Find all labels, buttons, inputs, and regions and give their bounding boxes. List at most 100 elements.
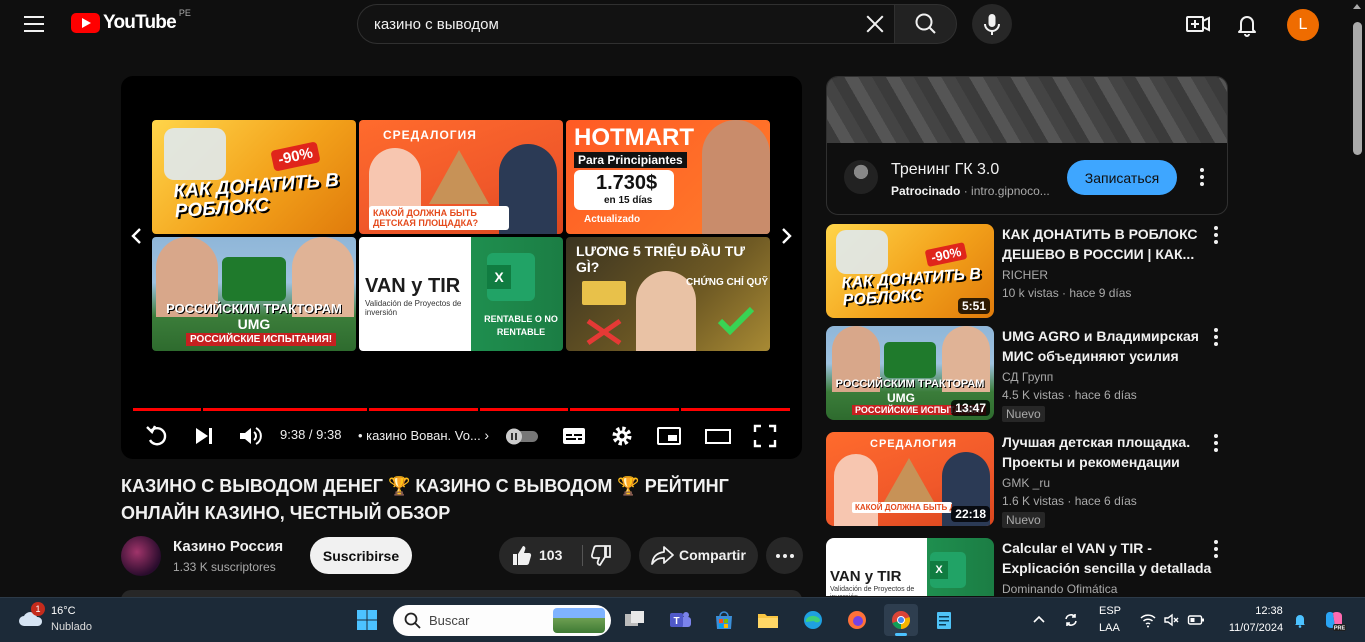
channel-name[interactable]: RICHER (1002, 268, 1048, 282)
file-explorer-app[interactable] (751, 604, 785, 636)
subscribe-button[interactable]: Suscribirse (310, 537, 412, 574)
share-button[interactable]: Compartir (639, 537, 758, 574)
video-stats: 10 k vistas · hace 9 días (1002, 286, 1132, 300)
clock-date[interactable]: 11/07/2024 (1221, 622, 1291, 634)
page-scrollbar[interactable] (1350, 0, 1365, 600)
scroll-up-arrow-icon[interactable] (1353, 4, 1361, 9)
create-button[interactable] (1183, 9, 1213, 39)
progress-bar[interactable] (133, 408, 790, 411)
endscreen-card[interactable]: LƯƠNG 5 TRIỆU ĐẦU TƯ GÌ? CHỨNG CHỈ QUỸ (566, 237, 770, 351)
chevron-right-icon: › (484, 427, 490, 443)
more-options-icon[interactable] (1208, 434, 1224, 456)
search-input[interactable] (358, 15, 838, 33)
theater-mode-button[interactable] (704, 422, 732, 450)
advertiser-logo[interactable] (844, 160, 878, 194)
subtitles-button[interactable] (560, 422, 588, 450)
chrome-app-active[interactable] (884, 604, 918, 636)
fullscreen-button[interactable] (751, 422, 779, 450)
weather-temperature[interactable]: 16°C (51, 605, 76, 617)
channel-name[interactable]: GMK _ru (1002, 476, 1050, 490)
firefox-app[interactable] (840, 604, 874, 636)
endscreen-card[interactable]: VAN y TIR Validación de Proyectos de inv… (359, 237, 563, 351)
more-options-icon[interactable] (1208, 226, 1224, 248)
sponsored-ad-card[interactable]: Тренинг ГК 3.0 Patrocinado · intro.gipno… (826, 76, 1228, 215)
input-language-bottom[interactable]: LAA (1099, 622, 1120, 634)
chapter-segment (203, 408, 367, 411)
copilot-icon[interactable]: PRE (1322, 608, 1346, 632)
youtube-logo[interactable]: YouTube PE (71, 8, 191, 34)
miniplayer-button[interactable] (655, 422, 683, 450)
channel-name[interactable]: Dominando Ofimática (1002, 582, 1117, 596)
video-thumbnail[interactable]: VAN y TIR Validación de Proyectos de inv… (826, 538, 994, 596)
like-button[interactable]: 103 (499, 537, 581, 574)
chrome-icon (892, 611, 911, 629)
endscreen-card[interactable]: СРЕДАЛОГИЯ КАКОЙ ДОЛЖНА БЫТЬ ДЕТСКАЯ ПЛО… (359, 120, 563, 234)
video-title[interactable]: UMG AGRO и Владимирская МИС объединяют у… (1002, 326, 1212, 366)
sync-icon[interactable] (1062, 611, 1080, 629)
channel-name[interactable]: Казино Россия (173, 538, 283, 555)
input-language-top[interactable]: ESP (1099, 605, 1121, 617)
endscreen-prev-button[interactable] (127, 224, 147, 248)
recommended-video[interactable]: VAN y TIR Validación de Proyectos de inv… (826, 538, 1228, 596)
edge-browser-app[interactable] (796, 604, 830, 636)
show-hidden-icons-chevron-up-icon[interactable] (1030, 611, 1048, 629)
account-avatar[interactable]: L (1287, 9, 1319, 41)
video-thumbnail[interactable]: -90% КАК ДОНАТИТЬ В РОБЛОКС 5:51 (826, 224, 994, 318)
endscreen-text: КАКОЙ ДОЛЖНА БЫТЬ ДЕТСКАЯ ПЛОЩАДКА? (369, 206, 509, 230)
mute-button[interactable] (236, 422, 264, 450)
endscreen-next-button[interactable] (776, 224, 796, 248)
video-player[interactable]: -90% КАК ДОНАТИТЬ В РОБЛОКС СРЕДАЛОГИЯ К… (121, 76, 802, 459)
ad-cta-button[interactable]: Записаться (1067, 160, 1177, 195)
endscreen-card[interactable]: РОССИЙСКИМ ТРАКТОРАМ UMG РОССИЙСКИЕ ИСПЫ… (152, 237, 356, 351)
recommended-video[interactable]: СРЕДАЛОГИЯ КАКОЙ ДОЛЖНА БЫТЬ ДЕТСКАЯ ПЛО… (826, 432, 1228, 528)
clock-time[interactable]: 12:38 (1247, 605, 1291, 617)
ad-banner[interactable] (827, 77, 1227, 143)
recommended-video[interactable]: -90% КАК ДОНАТИТЬ В РОБЛОКС 5:51 КАК ДОН… (826, 224, 1228, 318)
wifi-icon[interactable] (1139, 611, 1157, 629)
more-actions-button[interactable] (766, 537, 803, 574)
notifications-bell-icon[interactable] (1291, 611, 1309, 629)
video-add-icon (1186, 16, 1210, 32)
scrollbar-thumb[interactable] (1353, 22, 1362, 155)
like-count: 103 (539, 547, 563, 563)
clear-search-icon[interactable] (864, 13, 886, 35)
notifications-button[interactable] (1232, 9, 1262, 39)
volume-muted-icon[interactable] (1163, 611, 1181, 629)
video-title[interactable]: Лучшая детская площадка. Проекты и реком… (1002, 432, 1212, 472)
start-button[interactable] (350, 604, 384, 636)
video-title[interactable]: Calcular el VAN y TIR - Explicación senc… (1002, 538, 1212, 578)
video-thumbnail[interactable]: СРЕДАЛОГИЯ КАКОЙ ДОЛЖНА БЫТЬ ДЕТСКАЯ ПЛО… (826, 432, 994, 526)
teams-app[interactable]: T (663, 604, 697, 636)
video-title[interactable]: КАК ДОНАТИТЬ В РОБЛОКС ДЕШЕВО В РОССИИ |… (1002, 224, 1212, 264)
voice-search-button[interactable] (972, 4, 1012, 44)
more-options-icon[interactable] (1208, 328, 1224, 350)
menu-icon[interactable] (24, 12, 50, 36)
endscreen-card[interactable]: -90% КАК ДОНАТИТЬ В РОБЛОКС (152, 120, 356, 234)
replay-button[interactable] (143, 422, 171, 450)
taskbar-search[interactable]: Buscar (393, 605, 611, 636)
search-button[interactable] (894, 4, 957, 44)
recommended-video[interactable]: РОССИЙСКИМ ТРАКТОРАМ UMG РОССИЙСКИЕ ИСПЫ… (826, 326, 1228, 422)
windows-taskbar: 1 16°C Nublado Buscar T ESP LAA 12:38 11… (0, 597, 1365, 642)
notepad-app[interactable] (927, 604, 961, 636)
task-view-button[interactable] (618, 604, 652, 636)
video-thumbnail[interactable]: РОССИЙСКИМ ТРАКТОРАМ UMG РОССИЙСКИЕ ИСПЫ… (826, 326, 994, 420)
weather-description[interactable]: Nublado (51, 621, 92, 633)
autoplay-toggle[interactable] (503, 422, 541, 450)
chapter-title[interactable]: • казино Вован. Vo... › (358, 427, 489, 443)
next-video-button[interactable] (190, 422, 218, 450)
microsoft-store-app[interactable] (707, 604, 741, 636)
tractor-graphic (884, 342, 936, 378)
dislike-button[interactable] (584, 537, 631, 574)
endscreen-amount: 1.730$ (596, 172, 658, 194)
endscreen-subtitle: Para Principiantes (574, 152, 687, 168)
battery-icon[interactable] (1187, 611, 1205, 629)
channel-avatar[interactable] (121, 536, 161, 576)
more-options-icon[interactable] (1208, 540, 1224, 562)
channel-name[interactable]: СД Групп (1002, 370, 1053, 384)
endscreen-card[interactable]: HOTMART Para Principiantes 1.730$ en 15 … (566, 120, 770, 234)
settings-button[interactable] (608, 422, 636, 450)
thumbs-down-icon (590, 545, 611, 566)
ad-more-options-icon[interactable] (1192, 165, 1212, 189)
ad-title[interactable]: Тренинг ГК 3.0 (891, 161, 999, 179)
